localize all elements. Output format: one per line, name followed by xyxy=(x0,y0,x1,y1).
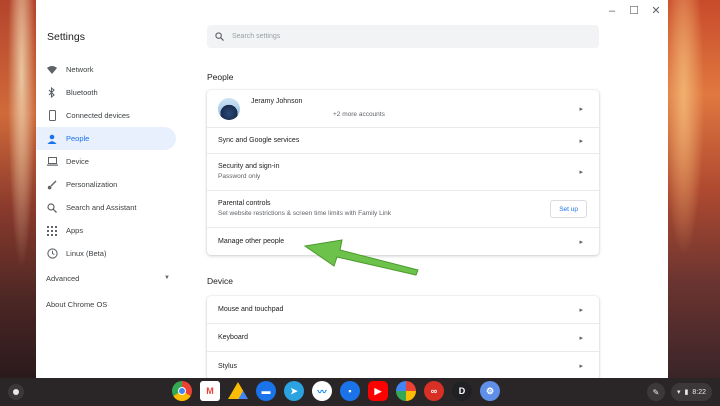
manage-label: Manage other people xyxy=(218,238,285,245)
wifi-icon xyxy=(46,64,58,76)
sync-row[interactable]: Sync and Google services ▸ xyxy=(207,128,599,154)
close-button[interactable]: ✕ xyxy=(650,4,662,18)
row-label: Mouse and touchpad xyxy=(218,306,284,313)
wifi-status-icon: ▾ xyxy=(677,389,681,396)
settings-icon[interactable]: ⚙ xyxy=(480,381,500,401)
clock: 8:22 xyxy=(692,388,706,396)
sidebar-advanced-toggle[interactable]: Advanced ▼ xyxy=(36,267,176,289)
stylus-row[interactable]: Stylus ▸ xyxy=(207,352,599,378)
section-title-device: Device xyxy=(207,276,233,286)
security-sub: Password only xyxy=(218,173,261,180)
photos-icon[interactable] xyxy=(396,381,416,401)
sidebar-item-label: Bluetooth xyxy=(66,88,98,97)
sidebar-item-label: Apps xyxy=(66,226,84,235)
chrome-icon[interactable] xyxy=(172,381,192,401)
launcher-button[interactable] xyxy=(8,384,24,400)
messenger-icon[interactable]: 〰 xyxy=(312,381,332,401)
shelf-apps: M ▬ ➤ 〰 ▪ ▶ ∞ D ⚙ xyxy=(172,381,500,401)
set-up-button[interactable]: Set up xyxy=(550,200,587,218)
sidebar-nav: Network Bluetooth Connected devices Peop… xyxy=(36,58,186,312)
chevron-right-icon: ▸ xyxy=(579,334,583,342)
mouse-touchpad-row[interactable]: Mouse and touchpad ▸ xyxy=(207,296,599,324)
apps-grid-icon xyxy=(46,225,58,237)
telegram-icon[interactable]: ➤ xyxy=(284,381,304,401)
settings-window: – ☐ ✕ Settings Network Bluetooth Connect… xyxy=(36,0,668,378)
chevron-right-icon: ▸ xyxy=(579,363,583,370)
sidebar-item-label: Connected devices xyxy=(66,111,130,120)
chevron-right-icon: ▸ xyxy=(579,105,583,113)
security-label: Security and sign-in xyxy=(218,163,280,170)
sidebar-item-apps[interactable]: Apps xyxy=(36,219,176,242)
parental-label: Parental controls xyxy=(218,200,271,207)
sidebar-item-label: Linux (Beta) xyxy=(66,249,107,258)
advanced-label: Advanced xyxy=(46,273,80,283)
minimize-button[interactable]: – xyxy=(606,4,618,18)
search-icon xyxy=(46,202,58,214)
chevron-right-icon: ▸ xyxy=(579,238,583,246)
chevron-right-icon: ▸ xyxy=(579,137,583,145)
more-accounts: +2 more accounts xyxy=(333,111,385,118)
page-title: Settings xyxy=(47,31,85,43)
status-area[interactable]: ▾ ▮ 8:22 xyxy=(671,383,712,401)
sync-label: Sync and Google services xyxy=(218,137,300,144)
app-red-icon[interactable]: ∞ xyxy=(424,381,444,401)
row-label: Keyboard xyxy=(218,334,248,341)
status-tray: ✎ ▾ ▮ 8:22 xyxy=(647,383,712,401)
person-icon xyxy=(46,133,58,145)
security-row[interactable]: Security and sign-in Password only ▸ xyxy=(207,154,599,191)
gmail-icon[interactable]: M xyxy=(200,381,220,401)
sidebar: Settings Network Bluetooth Connected dev… xyxy=(36,0,186,378)
sidebar-item-label: Device xyxy=(66,157,89,166)
sidebar-item-label: Personalization xyxy=(66,180,118,189)
sidebar-item-label: People xyxy=(66,134,90,143)
parental-sub: Set website restrictions & screen time l… xyxy=(218,210,392,217)
wallpaper-right xyxy=(668,0,720,378)
bluetooth-icon xyxy=(46,87,58,99)
wallpaper-left xyxy=(0,0,36,378)
battery-icon: ▮ xyxy=(684,389,689,396)
search-icon xyxy=(215,28,224,46)
annotation-arrow xyxy=(303,239,419,276)
search-bar[interactable]: Search settings xyxy=(207,25,599,48)
device-card: Mouse and touchpad ▸ Keyboard ▸ Stylus ▸ xyxy=(207,296,599,378)
row-label: Stylus xyxy=(218,362,238,370)
sidebar-item-personalization[interactable]: Personalization xyxy=(36,173,176,196)
app-dark-icon[interactable]: D xyxy=(452,381,472,401)
sidebar-item-network[interactable]: Network xyxy=(36,58,176,81)
section-title-people: People xyxy=(207,72,234,82)
account-row[interactable]: Jeramy Johnson +2 more accounts ▸ xyxy=(207,90,599,128)
parental-controls-row: Parental controls Set website restrictio… xyxy=(207,191,599,228)
chevron-right-icon: ▸ xyxy=(579,169,583,176)
stylus-tools-icon[interactable]: ✎ xyxy=(647,383,665,401)
phone-icon xyxy=(46,110,58,122)
sidebar-item-connected-devices[interactable]: Connected devices xyxy=(36,104,176,127)
laptop-icon xyxy=(46,156,58,168)
search-input[interactable]: Search settings xyxy=(232,33,280,40)
sidebar-item-device[interactable]: Device xyxy=(36,150,176,173)
sidebar-item-linux-beta[interactable]: Linux (Beta) xyxy=(36,242,176,265)
drive-icon[interactable] xyxy=(228,382,248,399)
shelf: M ▬ ➤ 〰 ▪ ▶ ∞ D ⚙ ✎ ▾ ▮ 8:22 xyxy=(0,378,720,406)
sidebar-item-bluetooth[interactable]: Bluetooth xyxy=(36,81,176,104)
sidebar-item-search-and-assistant[interactable]: Search and Assistant xyxy=(36,196,176,219)
window-controls: – ☐ ✕ xyxy=(606,4,662,18)
chevron-down-icon: ▼ xyxy=(164,275,170,281)
youtube-icon[interactable]: ▶ xyxy=(368,381,388,401)
sidebar-item-people[interactable]: People xyxy=(36,127,176,150)
sidebar-item-label: Search and Assistant xyxy=(66,203,137,212)
brush-icon xyxy=(46,179,58,191)
account-name: Jeramy Johnson xyxy=(251,98,303,105)
sidebar-item-about[interactable]: About Chrome OS xyxy=(36,298,186,312)
files-icon[interactable]: ▬ xyxy=(256,381,276,401)
messages-icon[interactable]: ▪ xyxy=(340,381,360,401)
keyboard-row[interactable]: Keyboard ▸ xyxy=(207,324,599,352)
chevron-right-icon: ▸ xyxy=(579,306,583,314)
sidebar-item-label: Network xyxy=(66,65,94,74)
avatar xyxy=(218,98,240,120)
linux-clock-icon xyxy=(46,248,58,260)
maximize-button[interactable]: ☐ xyxy=(628,4,640,18)
